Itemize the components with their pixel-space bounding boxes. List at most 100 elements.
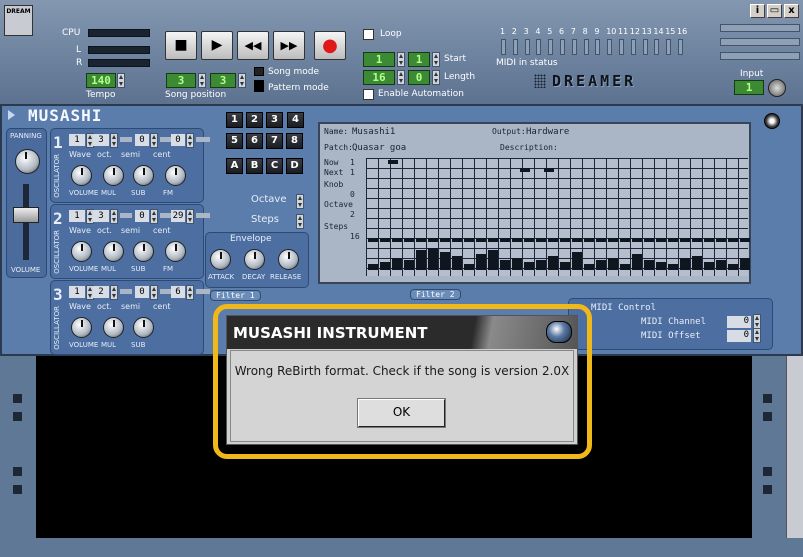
attack-knob[interactable] — [210, 249, 231, 270]
tempo-display[interactable]: 140 — [86, 73, 116, 88]
screen-power-icon[interactable] — [764, 113, 780, 129]
release-knob[interactable] — [278, 249, 299, 270]
pattern-mode-switch[interactable] — [254, 80, 264, 92]
pattern-key-8[interactable]: 8 — [286, 133, 303, 149]
oct-field[interactable]: 2 — [93, 286, 109, 298]
mul-knob[interactable] — [103, 241, 124, 262]
song-position-bar[interactable]: 3 — [166, 73, 196, 88]
song-position-beat[interactable]: 3 — [210, 73, 236, 88]
midi-channel-led — [630, 39, 636, 55]
fast-forward-button[interactable]: ▶▶ — [273, 31, 305, 60]
decay-knob[interactable] — [244, 249, 265, 270]
enable-automation-checkbox[interactable] — [363, 89, 374, 100]
midi-channel-spinner[interactable] — [753, 314, 761, 329]
bank-key-a[interactable]: A — [226, 158, 243, 174]
vertical-scrollbar[interactable] — [786, 356, 803, 538]
oct-spinner[interactable] — [110, 285, 118, 300]
app-icon[interactable]: DREAM — [4, 5, 33, 36]
volume-knob[interactable] — [71, 317, 92, 338]
wave-field[interactable]: 1 — [69, 286, 85, 298]
loop-length-beat[interactable]: 0 — [408, 70, 430, 85]
mul-knob[interactable] — [103, 317, 124, 338]
oct-spinner[interactable] — [110, 209, 118, 224]
semi-field[interactable]: 0 — [135, 286, 149, 298]
semi-field[interactable]: 0 — [135, 134, 149, 146]
info-button[interactable]: i — [750, 4, 765, 18]
midi-offset-field[interactable]: 0 — [727, 330, 751, 342]
patch-value[interactable]: Quasar goa — [352, 143, 406, 153]
record-button[interactable]: ● — [314, 31, 346, 60]
dialog-close-icon[interactable] — [546, 321, 572, 343]
fm-label: FM — [163, 189, 174, 197]
bank-key-c[interactable]: C — [266, 158, 283, 174]
loop-start-beat[interactable]: 1 — [408, 52, 430, 67]
midi-channel-led — [607, 39, 613, 55]
volume-knob[interactable] — [71, 165, 92, 186]
semi-spinner[interactable] — [150, 285, 158, 300]
pattern-key-2[interactable]: 2 — [246, 112, 263, 128]
cent-spinner[interactable] — [186, 285, 194, 300]
cent-field[interactable]: 29 — [171, 210, 185, 222]
output-value[interactable]: Hardware — [526, 127, 569, 137]
cent-field[interactable]: 6 — [171, 286, 185, 298]
semi-field[interactable]: 0 — [135, 210, 149, 222]
wave-field[interactable]: 1 — [69, 134, 85, 146]
pattern-key-1[interactable]: 1 — [226, 112, 243, 128]
pattern-key-6[interactable]: 6 — [246, 133, 263, 149]
semi-spinner[interactable] — [150, 133, 158, 148]
mul-knob[interactable] — [103, 165, 124, 186]
ok-button[interactable]: OK — [357, 398, 446, 428]
song-position-beat-spinner[interactable] — [238, 73, 246, 88]
loop-checkbox[interactable] — [363, 29, 374, 40]
fm-knob[interactable] — [165, 165, 186, 186]
loop-length-beat-spinner[interactable] — [432, 70, 440, 85]
midi-channel-field[interactable]: 0 — [727, 316, 751, 328]
volume-knob[interactable] — [71, 241, 92, 262]
semi-spinner[interactable] — [150, 209, 158, 224]
rewind-button[interactable]: ◀◀ — [237, 31, 269, 60]
panning-knob[interactable] — [15, 149, 40, 174]
octave-spinner[interactable] — [296, 194, 304, 209]
cent-bar — [196, 137, 210, 142]
midi-offset-spinner[interactable] — [753, 328, 761, 343]
play-button[interactable]: ▶ — [201, 31, 233, 60]
cent-field[interactable]: 0 — [171, 134, 185, 146]
cent-spinner[interactable] — [186, 133, 194, 148]
step-marker — [740, 238, 750, 242]
pattern-key-4[interactable]: 4 — [287, 112, 304, 128]
volume-slider-handle[interactable] — [13, 207, 39, 223]
maximize-button[interactable]: ▭ — [767, 4, 782, 18]
input-knob-icon[interactable] — [768, 79, 786, 97]
oct-field[interactable]: 3 — [93, 210, 109, 222]
collapse-arrow-icon[interactable] — [8, 110, 15, 120]
midi-channel-led — [654, 39, 660, 55]
bank-key-d[interactable]: D — [286, 158, 303, 174]
step-marker — [692, 238, 702, 242]
song-position-bar-spinner[interactable] — [198, 73, 206, 88]
loop-start-bar-spinner[interactable] — [397, 52, 405, 67]
pattern-key-7[interactable]: 7 — [266, 133, 283, 149]
oct-field[interactable]: 3 — [93, 134, 109, 146]
bank-key-b[interactable]: B — [246, 158, 263, 174]
stop-button[interactable]: ■ — [165, 31, 197, 60]
tempo-spinner[interactable] — [117, 73, 125, 88]
name-value[interactable]: Musashi1 — [352, 127, 395, 137]
fm-knob[interactable] — [165, 241, 186, 262]
song-mode-switch[interactable] — [254, 67, 264, 76]
midi-channel-1-label: 1 — [500, 27, 506, 36]
sub-knob[interactable] — [133, 165, 154, 186]
sub-knob[interactable] — [133, 317, 154, 338]
pattern-key-5[interactable]: 5 — [226, 133, 243, 149]
input-display[interactable]: 1 — [734, 80, 764, 95]
loop-start-bar[interactable]: 1 — [363, 52, 395, 67]
loop-length-bar-spinner[interactable] — [397, 70, 405, 85]
pattern-key-3[interactable]: 3 — [266, 112, 283, 128]
cent-spinner[interactable] — [186, 209, 194, 224]
wave-field[interactable]: 1 — [69, 210, 85, 222]
loop-length-bar[interactable]: 16 — [363, 70, 395, 85]
steps-spinner[interactable] — [296, 214, 304, 229]
sub-knob[interactable] — [133, 241, 154, 262]
oct-spinner[interactable] — [110, 133, 118, 148]
close-button[interactable]: x — [784, 4, 799, 18]
loop-start-beat-spinner[interactable] — [432, 52, 440, 67]
